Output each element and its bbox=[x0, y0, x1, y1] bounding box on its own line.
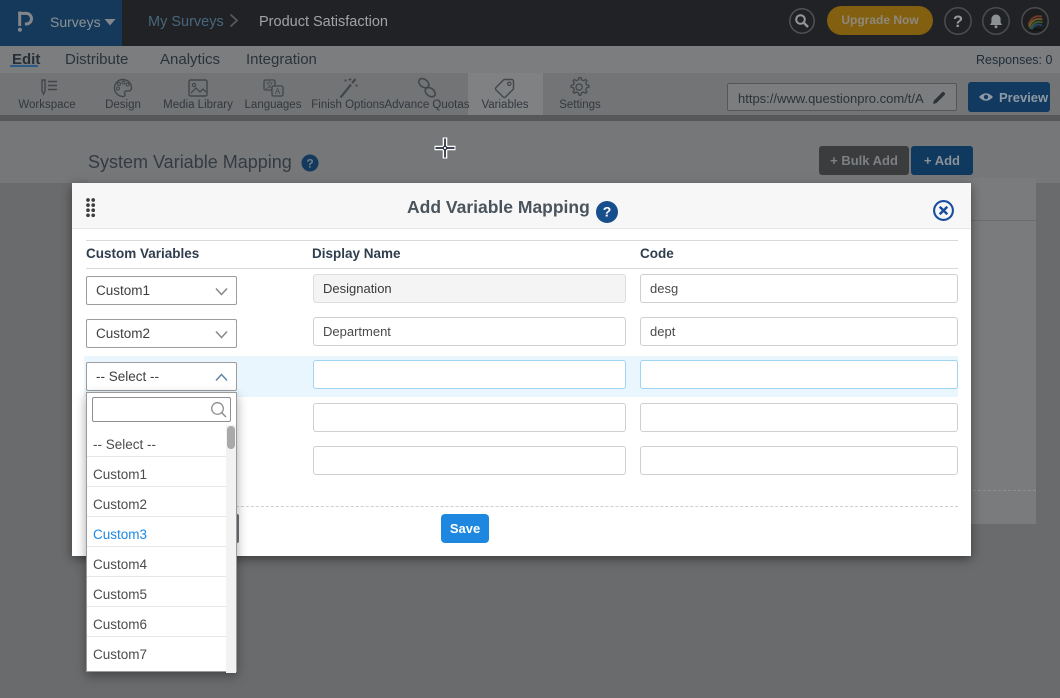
svg-text:?: ? bbox=[953, 13, 963, 31]
svg-text:A: A bbox=[275, 87, 281, 96]
svg-text:?: ? bbox=[603, 204, 612, 220]
svg-text:?: ? bbox=[306, 157, 313, 171]
